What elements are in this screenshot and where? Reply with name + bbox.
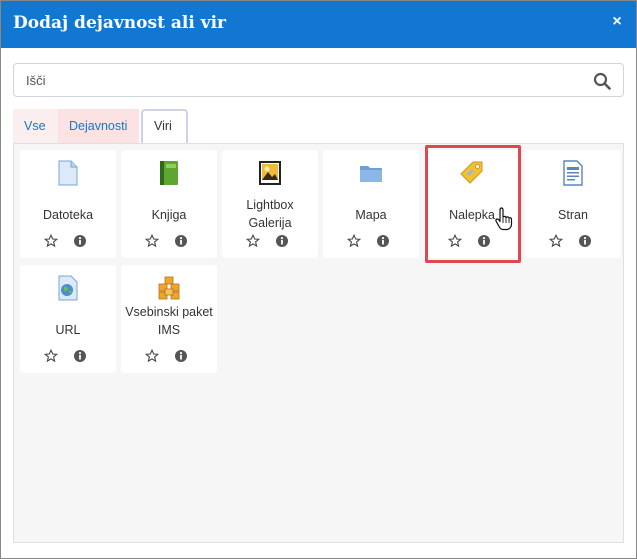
tab-vse[interactable]: Vse (13, 109, 58, 143)
info-icon[interactable] (73, 234, 87, 248)
info-icon[interactable] (174, 349, 188, 363)
info-icon[interactable] (376, 234, 390, 248)
file-icon (58, 160, 78, 186)
item-knjiga[interactable]: Knjiga (121, 150, 217, 258)
info-icon[interactable] (174, 234, 188, 248)
star-icon[interactable] (246, 234, 260, 248)
item-name: Nalepka (449, 208, 495, 222)
star-icon[interactable] (347, 234, 361, 248)
add-activity-dialog: Dodaj dejavnost ali vir × Vse Dejavnosti… (0, 0, 637, 559)
star-icon[interactable] (44, 349, 58, 363)
dialog-header: Dodaj dejavnost ali vir × (1, 1, 636, 48)
item-stran[interactable]: Stran (525, 150, 621, 258)
star-icon[interactable] (448, 234, 462, 248)
dialog-title: Dodaj dejavnost ali vir (13, 13, 226, 33)
item-name: Vsebinski paket IMS (125, 305, 213, 337)
item-name: URL (55, 323, 81, 337)
item-datoteka[interactable]: Datoteka (20, 150, 116, 258)
ims-package-icon (158, 276, 180, 300)
info-icon[interactable] (578, 234, 592, 248)
star-icon[interactable] (549, 234, 563, 248)
star-icon[interactable] (145, 349, 159, 363)
resource-grid: Datoteka Knjiga Lightbox Galerija Mapa N… (13, 143, 624, 543)
item-lightbox-galerija[interactable]: Lightbox Galerija (222, 150, 318, 258)
item-name: Mapa (355, 208, 387, 222)
tab-viri[interactable]: Viri (141, 109, 188, 143)
search-icon[interactable] (593, 72, 611, 90)
gallery-icon (259, 161, 281, 185)
item-vsebinski-paket-ims[interactable]: Vsebinski paket IMS (121, 265, 217, 373)
info-icon[interactable] (477, 234, 491, 248)
item-name: Knjiga (151, 208, 187, 222)
book-icon (160, 161, 178, 185)
item-nalepka[interactable]: Nalepka (424, 150, 520, 258)
item-mapa[interactable]: Mapa (323, 150, 419, 258)
item-name: Stran (558, 208, 588, 222)
star-icon[interactable] (44, 234, 58, 248)
url-globe-icon (58, 275, 78, 301)
tab-dejavnosti[interactable]: Dejavnosti (58, 109, 139, 143)
search-box (13, 63, 624, 97)
label-tag-icon (460, 161, 483, 184)
page-icon (563, 160, 583, 186)
close-button[interactable]: × (608, 12, 626, 32)
item-name: Lightbox Galerija (246, 198, 294, 230)
info-icon[interactable] (73, 349, 87, 363)
folder-icon (360, 166, 382, 182)
item-name: Datoteka (42, 208, 94, 222)
star-icon[interactable] (145, 234, 159, 248)
info-icon[interactable] (275, 234, 289, 248)
item-url[interactable]: URL (20, 265, 116, 373)
search-input[interactable] (26, 70, 586, 90)
